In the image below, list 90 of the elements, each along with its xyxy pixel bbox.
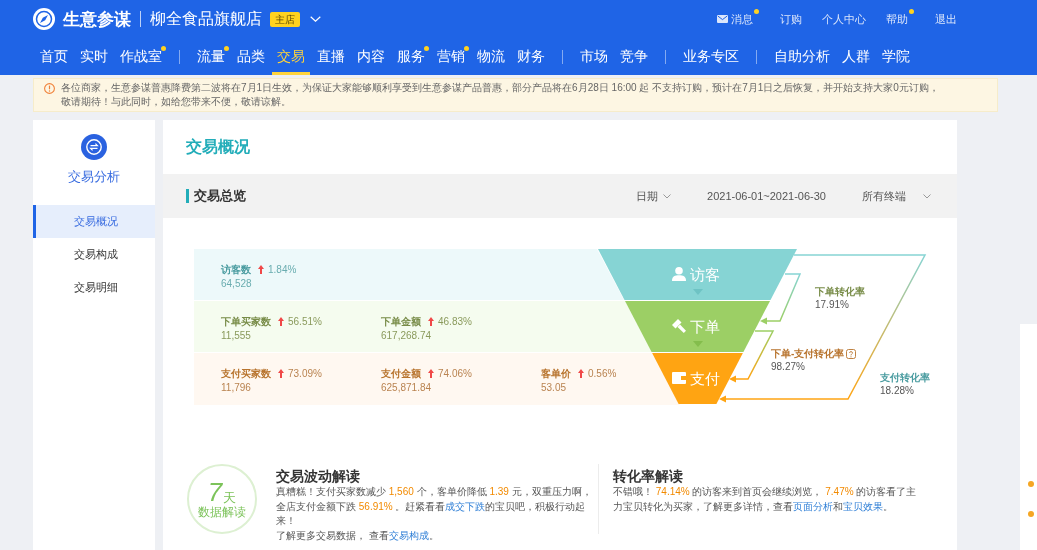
funnel-label: 支付 xyxy=(690,369,720,387)
nav-tab[interactable]: 流量 xyxy=(192,38,230,75)
nav-tab[interactable]: 物流 xyxy=(472,38,510,75)
dot-icon xyxy=(1028,511,1034,517)
metric-value: 11,555 xyxy=(221,328,252,342)
badge-unit: 天 xyxy=(223,490,237,504)
funnel-label: 下单 xyxy=(690,317,720,335)
insight-title: 交易波动解读 xyxy=(276,468,361,485)
metric-change: 74.06% xyxy=(438,367,472,381)
metric-value: 11,796 xyxy=(221,380,252,394)
metric-change: 56.51% xyxy=(288,315,322,329)
shop-badge: 主店 xyxy=(270,11,300,27)
notice-text: 各位商家，生意参谋普惠降费第二波将在7月1日生效，为保证大家能够顺利享受到生意参谋产品普惠，部分产品将在6月28日 16:00 起 不支持订购，预计在7月1日之后恢复，并开始支持大家0元订购，敬请期待！与此同时，如给您带来不便，敬请谅解。 xyxy=(61,81,940,109)
text-link[interactable]: 宝贝效果 xyxy=(843,500,883,512)
insight-text: 真糟糕！支付买家数减少 1,560 个，客单价降低 1.39 元，双重压力啊，全店支付金额下跌 56.91% 。赶紧看看成交下跌的宝贝吧，积极行动起来！ xyxy=(276,485,593,528)
nav-tab[interactable]: 内容 xyxy=(352,38,390,75)
section-title: 交易总览 xyxy=(186,189,246,203)
date-range-picker[interactable]: 2021-06-01~2021-06-30 xyxy=(707,190,826,202)
header-link[interactable]: 帮助 xyxy=(886,11,908,27)
metric-label: 下单买家数 xyxy=(221,315,271,329)
text-link[interactable]: 交易构成 xyxy=(388,529,429,541)
funnel-label: 访客 xyxy=(690,265,720,283)
mail-icon xyxy=(717,15,728,23)
nav-tab[interactable]: 品类 xyxy=(232,38,270,75)
help-icon[interactable] xyxy=(846,348,857,359)
nav-tab[interactable]: 业务专区 xyxy=(678,38,744,75)
insight-text: 了解更多交易数据， 查看交易构成。 xyxy=(276,528,440,543)
metric-change: 1.84% xyxy=(268,263,297,277)
shop-name: 柳全食品旗舰店 xyxy=(150,8,262,29)
nav-tab[interactable]: 竞争 xyxy=(615,38,653,75)
header-link[interactable]: 订购 xyxy=(780,11,802,27)
sidebar-item[interactable]: 交易明细 xyxy=(33,271,155,304)
metric-change: 73.09% xyxy=(288,367,322,381)
insight-title: 转化率解读 xyxy=(613,468,684,485)
sidebar-title: 交易分析 xyxy=(68,168,120,186)
down-triangle-icon xyxy=(693,289,703,295)
app-name: 生意参谋 xyxy=(63,8,131,31)
exchange-icon xyxy=(81,134,107,160)
nav-tab[interactable]: 市场 xyxy=(575,38,613,75)
conversion-value: 98.27% xyxy=(771,360,806,373)
chevron-down-icon xyxy=(663,193,672,199)
chevron-down-icon[interactable] xyxy=(310,16,321,22)
metric-label: 下单金额 xyxy=(381,315,421,329)
text-link[interactable]: 成交下跌 xyxy=(445,500,486,512)
nav-tab[interactable]: 首页 xyxy=(35,38,73,75)
metric-value: 53.05 xyxy=(541,380,568,394)
metric-change: 0.56% xyxy=(588,367,617,381)
nav-tab[interactable]: 直播 xyxy=(312,38,350,75)
dot-icon xyxy=(1028,481,1034,487)
badge-number: 7 xyxy=(207,478,223,505)
person-icon xyxy=(672,267,686,281)
nav-tab[interactable]: 服务 xyxy=(392,38,430,75)
conversion-label: 下单转化率 xyxy=(815,285,865,298)
nav-tab[interactable]: 自助分析 xyxy=(769,38,835,75)
down-triangle-icon xyxy=(693,341,703,347)
nav-tab[interactable]: 作战室 xyxy=(115,38,167,75)
metric-label: 访客数 xyxy=(221,263,251,277)
conversion-value: 17.91% xyxy=(815,298,850,311)
metric-label: 支付买家数 xyxy=(221,367,271,381)
nav-tab[interactable]: 人群 xyxy=(837,38,875,75)
gavel-icon xyxy=(672,319,686,333)
sidebar-item[interactable]: 交易构成 xyxy=(33,238,155,271)
conversion-value: 18.28% xyxy=(880,384,915,397)
badge-caption: 数据解读 xyxy=(198,504,246,520)
nav-tab[interactable]: 营销 xyxy=(432,38,470,75)
nav-tab[interactable]: 学院 xyxy=(877,38,915,75)
terminal-dropdown[interactable]: 所有终端 xyxy=(862,188,931,204)
metric-value: 64,528 xyxy=(221,276,253,290)
page-title: 交易概况 xyxy=(185,136,251,157)
header-link[interactable]: 个人中心 xyxy=(822,11,866,27)
header-link[interactable]: 消息 xyxy=(717,11,753,27)
metric-change: 46.83% xyxy=(438,315,472,329)
sidebar-item[interactable]: 交易概况 xyxy=(33,205,155,238)
warning-circle-icon xyxy=(44,82,55,94)
insight-text: 不错哦！ 74.14% 的访客来到首页会继续浏览， 7.47% 的访客看了主力宝贝转化为买家，了解更多详情，查看页面分析和宝贝效果。 xyxy=(613,485,918,514)
nav-tab[interactable]: 交易 xyxy=(272,38,310,75)
text-link[interactable]: 页面分析 xyxy=(793,500,833,512)
header-link[interactable]: 退出 xyxy=(935,11,957,27)
date-type-dropdown[interactable]: 日期 xyxy=(636,188,672,204)
nav-tab[interactable]: 财务 xyxy=(512,38,550,75)
metric-value: 617,268.74 xyxy=(381,328,433,342)
conversion-label: 支付转化率 xyxy=(880,371,930,384)
metric-label: 客单价 xyxy=(541,367,571,381)
metric-value: 625,871.84 xyxy=(381,380,433,394)
wallet-icon xyxy=(672,372,686,384)
chevron-down-icon xyxy=(923,193,931,199)
metric-label: 支付金额 xyxy=(381,367,421,381)
nav-tab[interactable]: 实时 xyxy=(75,38,113,75)
compass-icon xyxy=(33,8,55,30)
conversion-label: 下单-支付转化率 xyxy=(771,347,845,360)
